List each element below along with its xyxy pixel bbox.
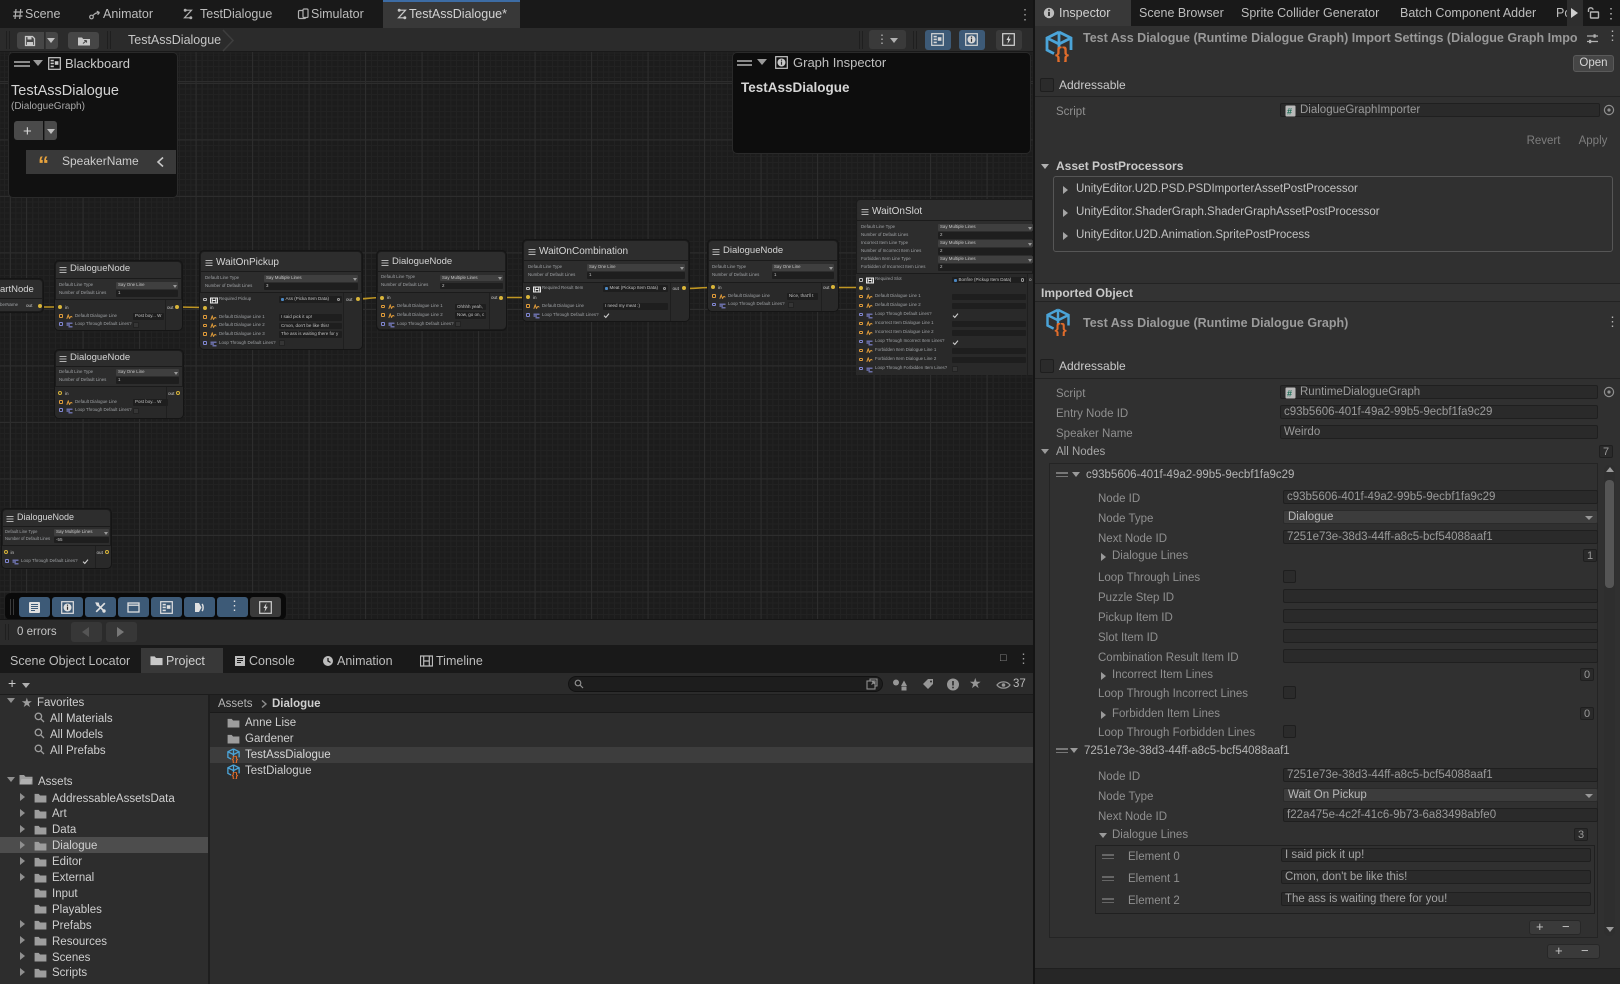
svg-text:{}: {}	[232, 770, 239, 779]
svg-text:#: #	[1287, 106, 1292, 116]
svg-text:#: #	[1287, 388, 1292, 398]
svg-text:{}: {}	[232, 754, 239, 763]
svg-text:{}: {}	[1055, 321, 1067, 336]
svg-text:{}: {}	[1055, 44, 1069, 62]
